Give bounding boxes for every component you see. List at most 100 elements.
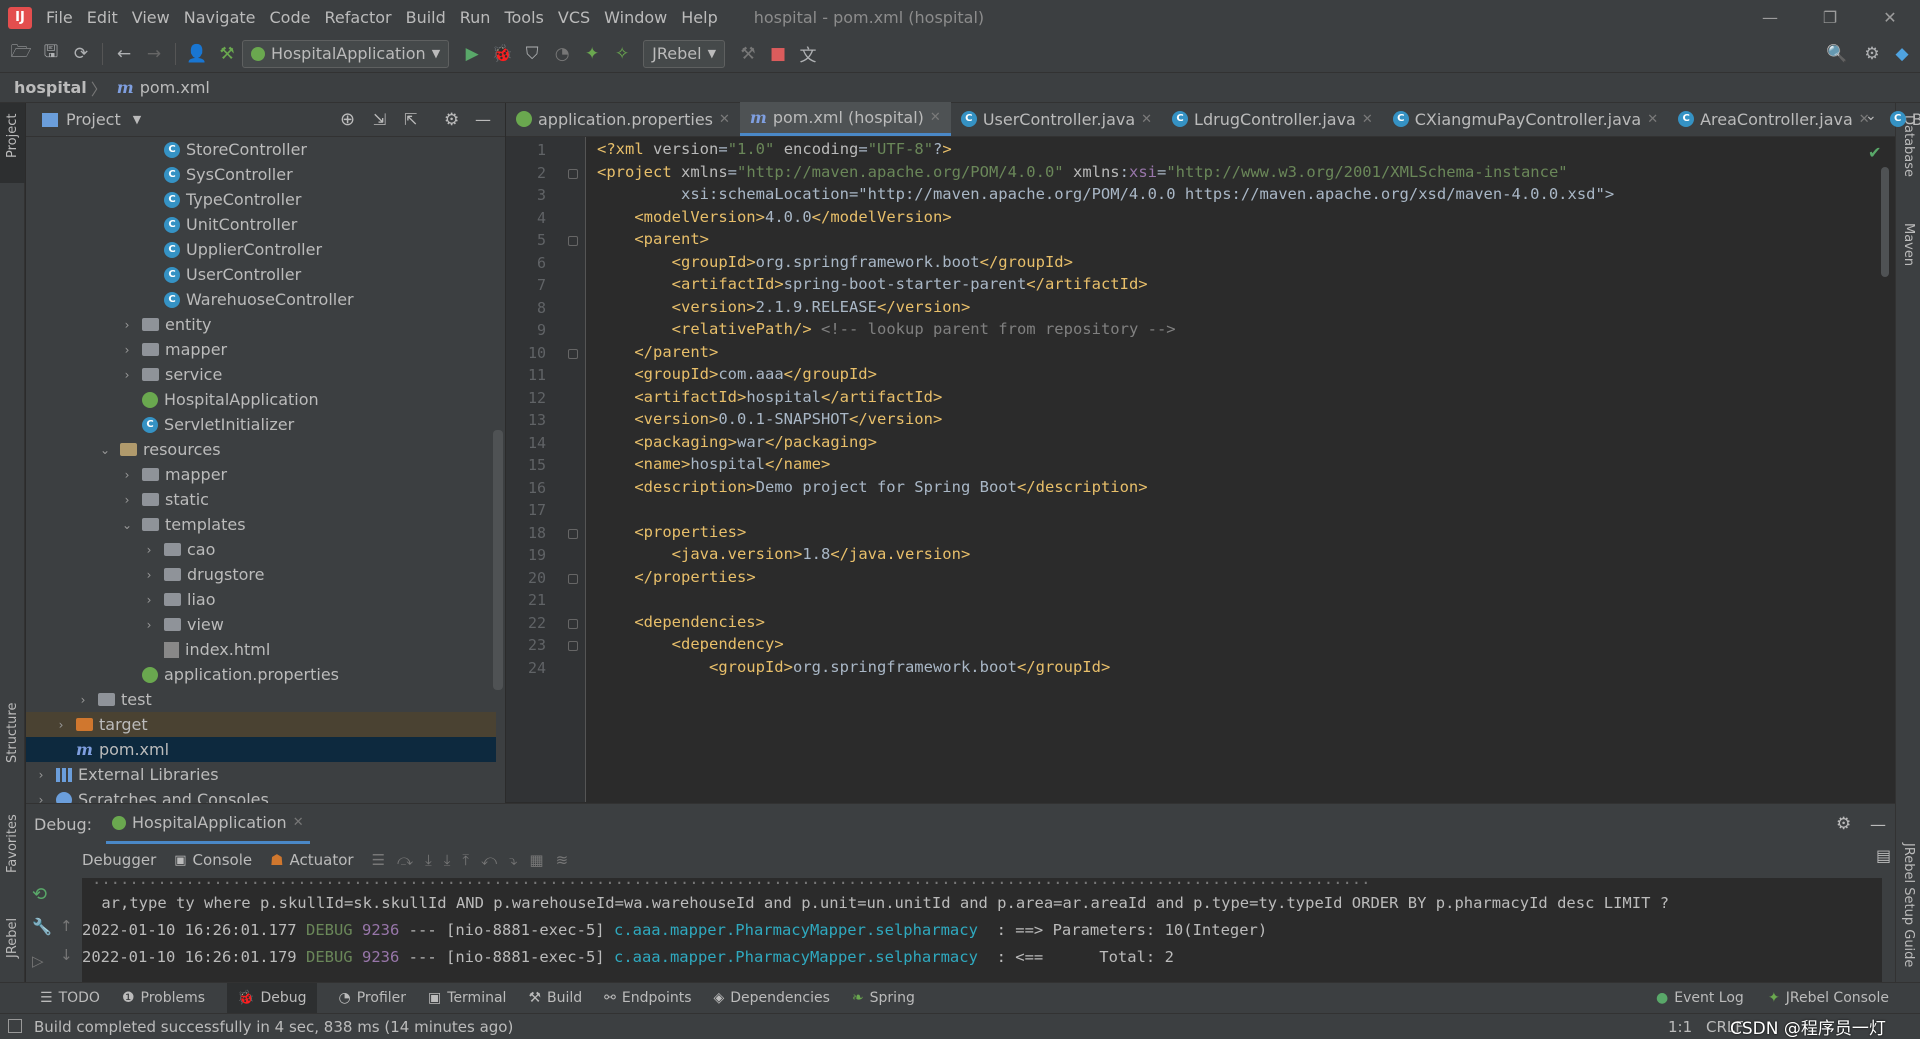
tree-item[interactable]: › service — [26, 362, 496, 387]
menu-run[interactable]: Run — [460, 8, 491, 27]
chevron-down-icon[interactable]: ⌄ — [98, 443, 112, 457]
chevron-right-icon[interactable]: › — [54, 718, 68, 732]
editor-tab[interactable]: C LdrugController.java ✕ — [1162, 102, 1383, 136]
project-scrollbar[interactable] — [493, 430, 503, 690]
tree-item[interactable]: m pom.xml — [26, 737, 496, 762]
restore-button[interactable]: ❐ — [1800, 0, 1860, 35]
open-folder-icon[interactable]: 🗁 — [6, 39, 36, 69]
gear-icon[interactable]: ⚙ — [444, 110, 459, 130]
collapse-all-icon[interactable]: ⇱ — [404, 110, 417, 129]
locate-icon[interactable]: ⊕ — [340, 109, 355, 130]
tool-maven[interactable]: Maven — [1901, 223, 1916, 266]
fold-marker-icon[interactable] — [568, 618, 578, 629]
breadcrumb-file[interactable]: pom.xml — [140, 78, 210, 97]
menu-tools[interactable]: Tools — [504, 8, 543, 27]
forward-arrow-icon[interactable]: → — [139, 39, 169, 69]
tree-item[interactable]: HospitalApplication — [26, 387, 496, 412]
tool-project[interactable]: Project — [5, 114, 20, 158]
tree-item[interactable]: › External Libraries — [26, 762, 496, 787]
tool-tab-todo[interactable]: ☰ TODO — [40, 990, 100, 1006]
editor-tab[interactable]: m pom.xml (hospital) ✕ — [739, 102, 951, 136]
menu-refactor[interactable]: Refactor — [324, 8, 391, 27]
tab-console[interactable]: ▣ Console — [174, 851, 252, 869]
tree-item[interactable]: C WarehuoseController — [26, 287, 496, 312]
menu-code[interactable]: Code — [270, 8, 311, 27]
up-arrow-icon[interactable]: ↑ — [60, 917, 73, 935]
code-editor[interactable]: 1 2 3 4 5 6 7 8 9 10 11 12 13 14 15 16 17 18 19 20 21 22 23 24 … — [506, 137, 1895, 802]
debug-icon[interactable]: 🐞 — [487, 39, 517, 69]
editor-scrollbar[interactable] — [1881, 167, 1889, 277]
tree-item[interactable]: C SysController — [26, 162, 496, 187]
user-icon[interactable]: 👤 — [182, 39, 212, 69]
fold-marker-icon[interactable] — [568, 236, 578, 246]
tool-jrebel-setup-guide[interactable]: JRebel Setup Guide — [1901, 843, 1916, 967]
tool-tab-profiler[interactable]: ◔ Profiler — [339, 990, 407, 1006]
tool-tab-event-log[interactable]: ● Event Log — [1656, 990, 1744, 1006]
gear-icon[interactable]: ⚙ — [1857, 39, 1887, 69]
breadcrumb-project[interactable]: hospital — [14, 78, 87, 97]
cursor-position[interactable]: 1:1 — [1668, 1018, 1692, 1036]
chevron-right-icon[interactable]: › — [76, 693, 90, 707]
chevron-down-icon[interactable]: ⌄ — [120, 518, 134, 532]
tree-item[interactable]: › entity — [26, 312, 496, 337]
translate-icon[interactable]: 文 — [793, 39, 823, 69]
log-logger-link[interactable]: c.aaa.mapper.PharmacyMapper.selpharmacy — [614, 921, 978, 939]
tree-item[interactable]: application.properties — [26, 662, 496, 687]
tree-item[interactable]: › cao — [26, 537, 496, 562]
status-message[interactable]: Build completed successfully in 4 sec, 8… — [34, 1018, 513, 1036]
tree-item[interactable]: C StoreController — [26, 137, 496, 162]
tree-item[interactable]: C UnitController — [26, 212, 496, 237]
tool-tab-build[interactable]: ⚒ Build — [528, 990, 582, 1006]
tool-tab-dependencies[interactable]: ◈ Dependencies — [714, 990, 830, 1006]
tree-item[interactable]: › view — [26, 612, 496, 637]
menu-view[interactable]: View — [132, 8, 170, 27]
tree-item[interactable]: › mapper — [26, 462, 496, 487]
tabs-overflow-icon[interactable]: ⌄ — [1865, 108, 1877, 124]
chevron-right-icon[interactable]: › — [142, 568, 156, 582]
log-logger-link[interactable]: c.aaa.mapper.PharmacyMapper.selpharmacy — [614, 948, 978, 966]
close-tab-icon[interactable]: ✕ — [1647, 112, 1658, 127]
tool-tab-jrebel-console[interactable]: ✦ JRebel Console — [1768, 990, 1889, 1006]
coverage-icon[interactable]: ⛉ — [517, 39, 547, 69]
menu-file[interactable]: File — [46, 8, 73, 27]
fold-marker-icon[interactable] — [568, 168, 578, 179]
fold-marker-icon[interactable] — [568, 348, 578, 359]
rerun-icon[interactable]: ⟲ — [32, 884, 47, 905]
tree-item[interactable]: index.html — [26, 637, 496, 662]
build-hammer-icon[interactable]: ⚒ — [212, 39, 242, 69]
fold-marker-icon[interactable] — [568, 641, 578, 651]
chevron-down-icon[interactable]: ▼ — [133, 113, 141, 126]
tree-item[interactable]: ⌄ templates — [26, 512, 496, 537]
chevron-right-icon[interactable]: › — [142, 543, 156, 557]
chevron-right-icon[interactable]: › — [120, 493, 134, 507]
editor-tab[interactable]: CB — [1880, 102, 1920, 136]
console-output[interactable]: ........................................… — [82, 878, 1882, 983]
chevron-right-icon[interactable]: › — [120, 343, 134, 357]
tree-item[interactable]: › target — [26, 712, 496, 737]
step-controls-icon[interactable]: ☰⤼⤓⤓⤒⤺⤵▦≋ — [372, 851, 581, 869]
menu-edit[interactable]: Edit — [87, 8, 118, 27]
close-tab-icon[interactable]: ✕ — [1362, 112, 1373, 127]
tree-item[interactable]: › test — [26, 687, 496, 712]
fold-marker-icon[interactable] — [568, 528, 578, 539]
tree-item[interactable]: C ServletInitializer — [26, 412, 496, 437]
layout-icon[interactable]: ▤ — [1876, 846, 1891, 865]
down-arrow-icon[interactable]: ↓ — [60, 946, 73, 964]
tree-item[interactable]: C TypeController — [26, 187, 496, 212]
status-toggle-icon[interactable] — [8, 1019, 22, 1033]
tool-tab-terminal[interactable]: ▣ Terminal — [428, 990, 506, 1006]
project-panel-title[interactable]: Project — [66, 110, 121, 129]
chevron-right-icon[interactable]: › — [142, 593, 156, 607]
close-window-button[interactable]: ✕ — [1860, 0, 1920, 35]
close-tab-icon[interactable]: ✕ — [719, 112, 730, 127]
search-icon[interactable]: 🔍 — [1822, 39, 1852, 69]
tree-item[interactable]: ⌄ resources — [26, 437, 496, 462]
tree-item[interactable]: › drugstore — [26, 562, 496, 587]
menu-build[interactable]: Build — [406, 8, 446, 27]
hammer-icon[interactable]: ⚒ — [733, 39, 763, 69]
menu-window[interactable]: Window — [604, 8, 667, 27]
minimize-button[interactable]: — — [1740, 0, 1800, 35]
tool-tab-spring[interactable]: ❧ Spring — [852, 990, 915, 1006]
tool-tab-endpoints[interactable]: ⚯ Endpoints — [604, 990, 691, 1006]
tool-jrebel[interactable]: JRebel — [5, 918, 20, 958]
